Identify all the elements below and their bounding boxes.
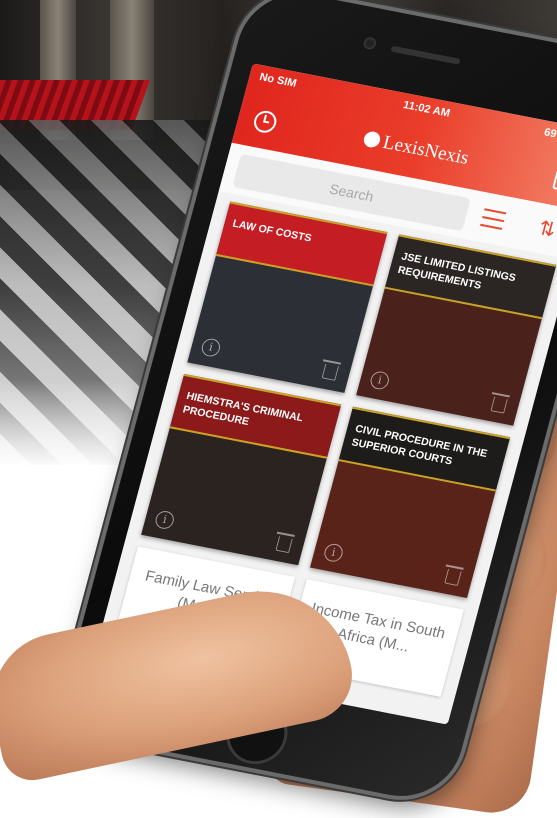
trash-icon[interactable] [490,396,508,414]
trash-icon[interactable] [275,536,293,554]
book-card[interactable]: HIEMSTRA'S CRIMINAL PROCEDURE i [141,373,342,566]
book-card[interactable]: LAW OF COSTS i [187,201,388,393]
book-card[interactable]: JSE LIMITED LISTINGS REQUIREMENTS i [356,234,557,426]
brand-name: LexisNexis [380,132,472,169]
info-icon[interactable]: i [199,337,223,359]
info-icon[interactable]: i [153,509,176,531]
brand-mark-icon [361,130,382,149]
trash-icon[interactable] [444,568,462,587]
book-card[interactable]: CIVIL PROCEDURE IN THE SUPERIOR COURTS i [309,406,511,599]
info-icon[interactable]: i [368,369,391,391]
list-view-icon[interactable] [480,208,507,230]
sort-icon[interactable]: ⇅ [534,215,557,244]
info-icon[interactable]: i [322,542,345,564]
battery-percent: 69% [542,126,557,143]
trash-icon[interactable] [321,363,340,381]
